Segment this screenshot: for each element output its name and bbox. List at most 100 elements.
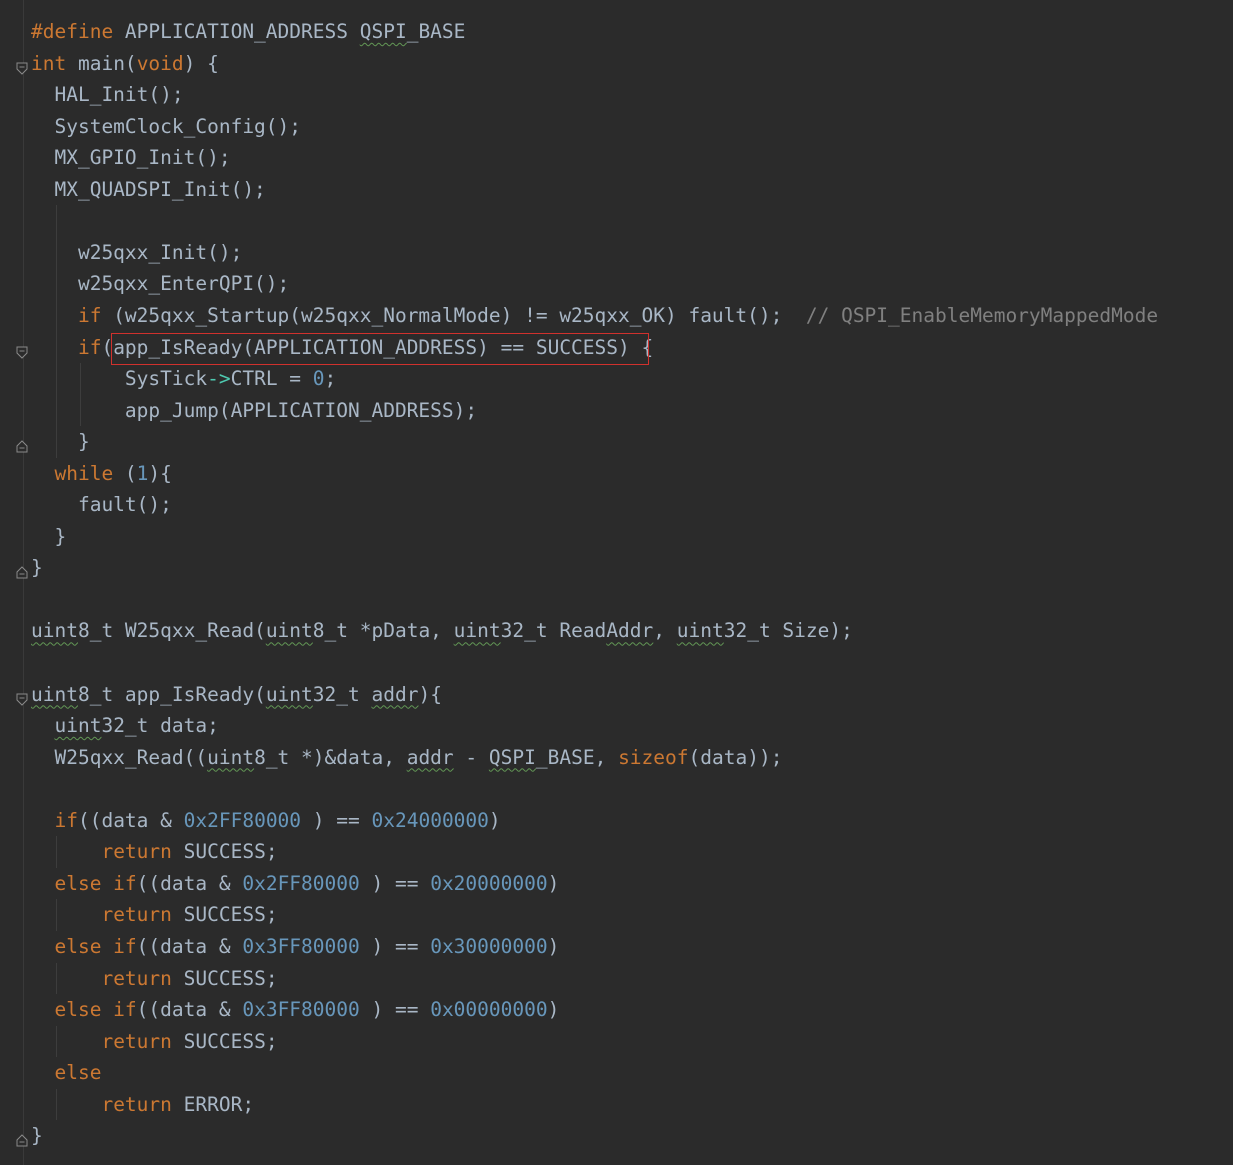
code-token: } xyxy=(31,1124,43,1148)
code-token: int xyxy=(31,51,67,75)
fold-close-icon[interactable] xyxy=(16,1129,28,1147)
code-token: return xyxy=(101,966,172,990)
code-token: SystemClock_Config(); xyxy=(31,114,302,138)
code-token: 0x30000000 xyxy=(430,934,548,958)
code-token: #define xyxy=(31,20,125,43)
code-line[interactable]: } xyxy=(31,521,66,552)
code-token: ) xyxy=(547,871,560,895)
code-line[interactable]: SystemClock_Config(); xyxy=(31,111,301,142)
code-token: while xyxy=(54,461,114,485)
fold-open-icon[interactable] xyxy=(16,341,28,359)
code-token: APPLICATION_ADDRESS xyxy=(124,20,360,43)
code-line[interactable]: else if((data & 0x2FF80000 ) == 0x200000… xyxy=(31,868,559,899)
code-line[interactable]: MX_GPIO_Init(); xyxy=(31,142,231,173)
code-line[interactable]: return ERROR; xyxy=(31,1089,254,1120)
code-token: } xyxy=(31,524,67,548)
code-token: ) == xyxy=(359,871,431,895)
code-token: ) == xyxy=(359,998,431,1022)
code-line[interactable]: else if((data & 0x3FF80000 ) == 0x000000… xyxy=(31,994,559,1025)
fold-open-icon[interactable] xyxy=(16,688,28,706)
code-token: uint xyxy=(676,619,724,643)
code-line[interactable]: if (w25qxx_Startup(w25qxx_NormalMode) !=… xyxy=(31,300,1158,331)
code-token: uint xyxy=(265,682,313,706)
code-token: ( xyxy=(113,461,137,485)
fold-close-icon[interactable] xyxy=(16,561,28,579)
editor-gutter[interactable] xyxy=(0,0,31,1165)
highlight-box xyxy=(111,332,649,366)
code-line[interactable]: app_Jump(APPLICATION_ADDRESS); xyxy=(31,395,477,426)
code-line[interactable]: return SUCCESS; xyxy=(31,899,278,930)
code-token: return xyxy=(101,1029,172,1053)
code-token: , xyxy=(653,619,677,643)
code-line[interactable]: int main(void) { xyxy=(31,48,219,79)
code-token: uint xyxy=(31,619,78,643)
code-token: QSPI xyxy=(359,20,407,43)
code-token: } xyxy=(31,430,90,454)
fold-close-icon[interactable] xyxy=(16,435,28,453)
code-token: (w25qxx_Startup(w25qxx_NormalMode) != w2… xyxy=(101,303,806,327)
code-token: ERROR; xyxy=(171,1092,255,1116)
code-line[interactable]: fault(); xyxy=(31,489,172,520)
code-token: HAL_Init(); xyxy=(31,83,184,107)
code-line[interactable]: #define APPLICATION_ADDRESS QSPI_BASE xyxy=(31,16,465,47)
fold-open-icon[interactable] xyxy=(16,57,28,75)
code-line[interactable]: if((data & 0x2FF80000 ) == 0x24000000) xyxy=(31,805,501,836)
code-token: - xyxy=(453,745,489,769)
code-token: return xyxy=(101,903,172,927)
code-line[interactable]: } xyxy=(31,552,43,583)
code-line[interactable]: uint8_t app_IsReady(uint32_t addr){ xyxy=(31,679,442,710)
code-line[interactable]: else if((data & 0x3FF80000 ) == 0x300000… xyxy=(31,931,559,962)
code-token: SUCCESS; xyxy=(171,903,278,927)
code-token: main( xyxy=(66,51,137,75)
code-token: uint xyxy=(31,682,78,706)
code-token: uint xyxy=(453,619,501,643)
code-token: // QSPI_EnableMemoryMappedMode xyxy=(805,303,1159,327)
code-line[interactable]: return SUCCESS; xyxy=(31,963,277,994)
code-line[interactable]: uint32_t data; xyxy=(31,710,219,741)
code-token: MX_GPIO_Init(); xyxy=(31,146,231,170)
code-token: 32_t data; xyxy=(101,714,219,738)
code-token: ) xyxy=(488,808,501,832)
code-token: ; xyxy=(324,367,337,391)
code-line[interactable]: SysTick->CTRL = 0; xyxy=(31,363,336,394)
code-token: 0x24000000 xyxy=(371,808,489,832)
code-line[interactable]: w25qxx_EnterQPI(); xyxy=(31,268,289,299)
code-token: 8_t app_IsReady( xyxy=(77,682,266,706)
code-token: ){ xyxy=(148,461,172,485)
code-token: CTRL = xyxy=(230,367,313,391)
code-token: (data)); xyxy=(688,745,783,769)
gutter-divider xyxy=(23,0,24,1165)
code-line[interactable]: uint8_t W25qxx_Read(uint8_t *pData, uint… xyxy=(31,615,853,646)
code-line[interactable]: return SUCCESS; xyxy=(31,836,278,867)
code-token: 32_t Size); xyxy=(723,619,853,643)
code-line[interactable]: return SUCCESS; xyxy=(31,1026,277,1057)
code-editor[interactable]: #define APPLICATION_ADDRESS QSPI_BASE int… xyxy=(0,0,1233,1165)
code-token: w25qxx_Init(); xyxy=(31,240,243,264)
code-line[interactable]: } xyxy=(31,426,90,457)
code-token: W25qxx_Read(( xyxy=(31,745,208,769)
code-token: 0x3FF80000 xyxy=(242,998,360,1022)
code-line[interactable]: else xyxy=(31,1057,101,1088)
code-token: 32_t xyxy=(312,682,372,706)
code-token: SUCCESS; xyxy=(171,840,278,864)
code-line[interactable]: while (1){ xyxy=(31,458,172,489)
code-line[interactable]: MX_QUADSPI_Init(); xyxy=(31,174,265,205)
code-line[interactable]: w25qxx_Init(); xyxy=(31,237,242,268)
code-line[interactable]: W25qxx_Read((uint8_t *)&data, addr - QSP… xyxy=(31,742,782,773)
code-token: 0x2FF80000 xyxy=(183,808,302,832)
code-token: 8_t *pData, xyxy=(312,619,454,643)
code-line[interactable]: HAL_Init(); xyxy=(31,79,184,110)
code-token: uint xyxy=(207,745,255,769)
code-token: SysTick xyxy=(31,367,208,391)
code-line[interactable]: } xyxy=(31,1120,43,1151)
code-token: Addr xyxy=(606,619,654,643)
code-token: 0x00000000 xyxy=(430,998,548,1022)
code-token: _BASE xyxy=(406,20,466,43)
